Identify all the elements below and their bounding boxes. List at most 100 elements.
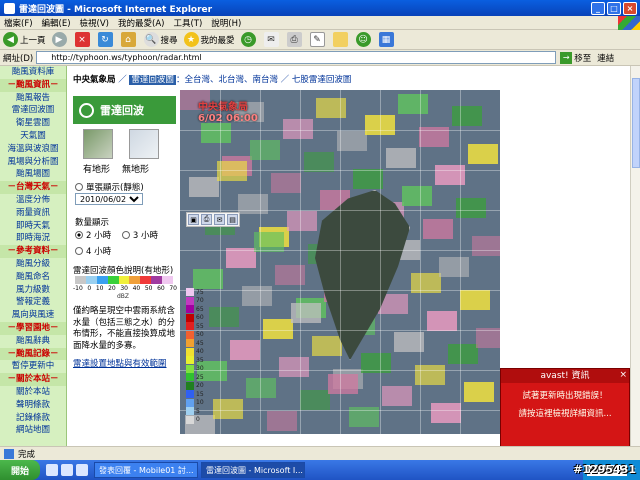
radar-echo bbox=[250, 140, 280, 160]
radar-image[interactable]: 中央氣象局 6/02 06:00 bbox=[180, 90, 500, 434]
stop-button[interactable]: × bbox=[74, 32, 92, 47]
nav-item[interactable]: 颱風資料庫 bbox=[0, 66, 66, 79]
nav-item[interactable]: 颱風辭典 bbox=[0, 335, 66, 348]
close-icon[interactable]: × bbox=[619, 370, 627, 380]
nav-item[interactable]: 溫度分佈 bbox=[0, 194, 66, 207]
dbz-scale: 75 70 65 60 55 50 45 40 35 30 25 20 15 10 5 0 bbox=[186, 288, 208, 424]
nav-item[interactable]: 風向與風速 bbox=[0, 309, 66, 322]
mail-icon: ✉ bbox=[263, 32, 279, 47]
mail-button[interactable]: ✉ bbox=[263, 32, 281, 47]
nav-item[interactable]: 警報定義 bbox=[0, 296, 66, 309]
single-mode-radio[interactable] bbox=[75, 183, 83, 191]
forward-button[interactable]: ▶ bbox=[51, 32, 69, 47]
radar-echo bbox=[213, 399, 243, 419]
close-icon[interactable]: × bbox=[623, 1, 637, 15]
go-arrow-icon: → bbox=[560, 51, 573, 64]
refresh-button[interactable]: ↻ bbox=[97, 32, 115, 47]
nav-item[interactable]: 雨量資訊 bbox=[0, 207, 66, 220]
links-button[interactable]: 連結 bbox=[597, 52, 614, 64]
nav-item[interactable]: 關於本站 bbox=[0, 386, 66, 399]
nav-item[interactable]: 颱風場圖 bbox=[0, 168, 66, 181]
nav-item[interactable]: 衛星雲圖 bbox=[0, 117, 66, 130]
task-mobile01[interactable]: 發表回覆 - Mobile01 討... bbox=[94, 462, 198, 478]
nav-item[interactable]: 颱風分級 bbox=[0, 258, 66, 271]
print-button[interactable]: ⎙ bbox=[286, 32, 304, 47]
address-label: 網址(D) bbox=[3, 53, 34, 64]
thumb-flat-label[interactable]: 無地形 bbox=[122, 162, 149, 175]
breadcrumb-links[interactable]: 全台灣、北台灣、南台灣 ／ 七股雷達回波圖 bbox=[184, 75, 351, 85]
scrollbar-thumb[interactable] bbox=[632, 78, 640, 168]
nav-item[interactable]: 風場與分析圖 bbox=[0, 156, 66, 169]
radar-echo bbox=[328, 374, 358, 394]
nav-item[interactable]: 即時天氣 bbox=[0, 220, 66, 233]
count-option-3h[interactable]: 3 小時 bbox=[121, 229, 158, 241]
radar-echo bbox=[316, 98, 346, 118]
radar-gridline bbox=[180, 210, 500, 211]
go-button[interactable]: → 移至 bbox=[560, 51, 591, 64]
page-loaded-icon bbox=[4, 448, 14, 459]
nav-item[interactable]: 記錄條款 bbox=[0, 412, 66, 425]
thumb-topo-label[interactable]: 有地形 bbox=[83, 162, 110, 175]
nav-item[interactable]: 天氣圖 bbox=[0, 130, 66, 143]
nav-item[interactable]: 即時海況 bbox=[0, 232, 66, 245]
ie-icon bbox=[4, 2, 15, 14]
radar-gridline bbox=[300, 90, 301, 434]
radar-echo bbox=[226, 248, 256, 268]
menu-view[interactable]: 檢視(V) bbox=[80, 17, 109, 29]
star-icon: ★ bbox=[183, 32, 199, 47]
folder-button[interactable] bbox=[332, 32, 350, 47]
nav-item[interactable]: 海溫與波浪圖 bbox=[0, 143, 66, 156]
menubar: 檔案(F) 編輯(E) 檢視(V) 我的最愛(A) 工具(T) 說明(H) bbox=[0, 15, 640, 30]
maximize-icon[interactable]: □ bbox=[607, 1, 621, 15]
radar-gridline bbox=[460, 90, 461, 434]
nav-item[interactable]: 颱風報告 bbox=[0, 92, 66, 105]
nav-section-heading: －颱風資訊－ bbox=[0, 78, 66, 92]
radar-echo bbox=[476, 328, 500, 348]
count-option-4h[interactable]: 4 小時 bbox=[75, 245, 111, 257]
task-radar-ie[interactable]: 雷達回波圖 - Microsoft I... bbox=[201, 462, 305, 478]
nav-item[interactable]: 聲明條款 bbox=[0, 399, 66, 412]
radar-echo bbox=[312, 336, 342, 356]
quicklaunch-ie-icon[interactable] bbox=[46, 464, 58, 476]
nav-item[interactable]: 暫停更新中 bbox=[0, 360, 66, 373]
save-icon[interactable]: ▣ bbox=[188, 214, 199, 225]
nav-item[interactable]: 網站地圖 bbox=[0, 424, 66, 437]
menu-help[interactable]: 說明(H) bbox=[211, 17, 241, 29]
single-mode-option[interactable]: 單張顯示(靜態) bbox=[75, 181, 144, 193]
research-button[interactable]: ▦ bbox=[378, 32, 396, 47]
folder-icon[interactable]: ▤ bbox=[227, 214, 238, 225]
avast-details-link[interactable]: 請按這裡檢視詳細資訊... bbox=[501, 407, 629, 419]
count-option-2h[interactable]: 2 小時 bbox=[75, 229, 111, 241]
favorites-button[interactable]: ★ 我的最愛 bbox=[183, 32, 235, 47]
start-button[interactable]: 開始 bbox=[0, 460, 40, 480]
nav-item[interactable]: 颱風命名 bbox=[0, 271, 66, 284]
nav-item[interactable]: 風力級數 bbox=[0, 284, 66, 297]
search-button[interactable]: 🔍 搜尋 bbox=[143, 32, 178, 47]
print-icon[interactable]: ⎙ bbox=[201, 214, 212, 225]
history-button[interactable]: ◷ bbox=[240, 32, 258, 47]
avast-notification[interactable]: avast! 資訊 × 試著更新時出現錯誤！ 請按這裡檢視詳細資訊... bbox=[500, 368, 630, 448]
date-select[interactable]: 2010/06/02 06:30 bbox=[75, 193, 143, 205]
vertical-scrollbar[interactable] bbox=[630, 66, 640, 446]
quicklaunch-media-icon[interactable] bbox=[76, 464, 88, 476]
quicklaunch-desktop-icon[interactable] bbox=[61, 464, 73, 476]
thumb-flat[interactable] bbox=[129, 129, 159, 159]
nav-item[interactable]: 雷達回波圖 bbox=[0, 104, 66, 117]
address-input[interactable] bbox=[36, 51, 557, 64]
radar-site-link[interactable]: 雷達設置地點與有效範圍 bbox=[73, 357, 167, 369]
home-button[interactable]: ⌂ bbox=[120, 32, 138, 47]
thumb-topo[interactable] bbox=[83, 129, 113, 159]
refresh-icon: ↻ bbox=[97, 32, 113, 47]
count-label: 數量顯示 bbox=[75, 218, 110, 228]
menu-edit[interactable]: 編輯(E) bbox=[42, 17, 71, 29]
radar-echo bbox=[193, 269, 223, 289]
menu-file[interactable]: 檔案(F) bbox=[4, 17, 33, 29]
messenger-button[interactable]: ☺ bbox=[355, 32, 373, 47]
dbz-swatch: 70 bbox=[186, 296, 208, 306]
minimize-icon[interactable]: _ bbox=[591, 1, 605, 15]
edit-button[interactable]: ✎ bbox=[309, 32, 327, 47]
back-button[interactable]: ◀ 上一頁 bbox=[3, 32, 46, 47]
mail-icon[interactable]: ✉ bbox=[214, 214, 225, 225]
menu-tools[interactable]: 工具(T) bbox=[173, 17, 202, 29]
menu-favorites[interactable]: 我的最愛(A) bbox=[118, 17, 164, 29]
